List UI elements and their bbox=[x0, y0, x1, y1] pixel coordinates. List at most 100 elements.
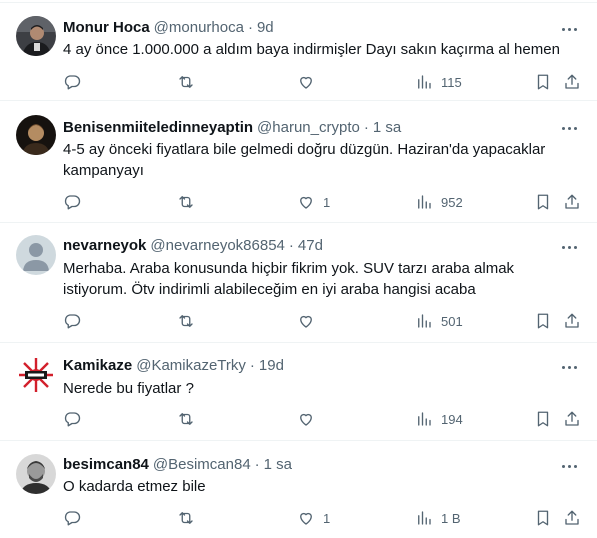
bookmark-button[interactable] bbox=[534, 508, 552, 528]
tweet-header: besimcan84 @Besimcan84 · 1 sa bbox=[63, 455, 292, 475]
avatar-photo-icon bbox=[16, 454, 56, 494]
reply-button[interactable] bbox=[63, 311, 89, 331]
bookmark-icon bbox=[537, 74, 549, 90]
views-icon bbox=[418, 195, 431, 209]
more-icon[interactable] bbox=[559, 360, 579, 374]
separator: · bbox=[247, 19, 253, 36]
share-button[interactable] bbox=[563, 409, 581, 429]
user-handle[interactable]: @Besimcan84 bbox=[153, 455, 251, 475]
share-icon bbox=[565, 194, 579, 209]
tweet[interactable]: besimcan84 @Besimcan84 · 1 sa O kadarda … bbox=[0, 441, 597, 538]
like-button[interactable] bbox=[297, 409, 323, 429]
avatar[interactable] bbox=[16, 115, 56, 155]
avatar[interactable] bbox=[16, 355, 56, 395]
action-bar: 115 bbox=[63, 72, 579, 92]
user-handle[interactable]: @KamikazeTrky bbox=[136, 356, 246, 376]
view-count: 115 bbox=[441, 74, 462, 90]
timestamp[interactable]: 1 sa bbox=[373, 118, 401, 138]
reply-icon bbox=[64, 314, 81, 329]
bookmark-button[interactable] bbox=[534, 409, 552, 429]
share-button[interactable] bbox=[563, 72, 581, 92]
views-button[interactable]: 194 bbox=[415, 409, 463, 429]
timestamp[interactable]: 9d bbox=[257, 18, 274, 38]
bookmark-button[interactable] bbox=[534, 72, 552, 92]
action-bar: 1 952 bbox=[63, 192, 579, 212]
tweet-header: Monur Hoca @monurhoca · 9d bbox=[63, 18, 274, 38]
display-name[interactable]: Monur Hoca bbox=[63, 18, 150, 38]
more-icon[interactable] bbox=[559, 121, 579, 135]
reply-icon bbox=[64, 75, 81, 90]
bookmark-button[interactable] bbox=[534, 192, 552, 212]
share-button[interactable] bbox=[563, 311, 581, 331]
more-icon[interactable] bbox=[559, 240, 579, 254]
user-handle[interactable]: @nevarneyok86854 bbox=[150, 236, 285, 256]
action-bar: 501 bbox=[63, 311, 579, 331]
retweet-button[interactable] bbox=[177, 311, 203, 331]
action-bar: 194 bbox=[63, 409, 579, 429]
views-button[interactable]: 501 bbox=[415, 311, 463, 331]
bookmark-button[interactable] bbox=[534, 311, 552, 331]
share-button[interactable] bbox=[563, 508, 581, 528]
views-button[interactable]: 952 bbox=[415, 192, 463, 212]
tweet[interactable]: Benisenmiiteledinneyaptin @harun_crypto … bbox=[0, 101, 597, 223]
tweet-header: Kamikaze @KamikazeTrky · 19d bbox=[63, 356, 284, 376]
like-button[interactable]: 1 bbox=[297, 192, 330, 212]
avatar[interactable] bbox=[16, 16, 56, 56]
tweet-text: Nerede bu fiyatlar ? bbox=[63, 380, 194, 397]
display-name[interactable]: nevarneyok bbox=[63, 236, 146, 256]
user-handle[interactable]: @monurhoca bbox=[154, 18, 244, 38]
display-name[interactable]: besimcan84 bbox=[63, 455, 149, 475]
more-icon[interactable] bbox=[559, 22, 579, 36]
like-button[interactable] bbox=[297, 72, 323, 92]
display-name[interactable]: Benisenmiiteledinneyaptin bbox=[63, 118, 253, 138]
reply-icon bbox=[64, 511, 81, 526]
views-button[interactable]: 115 bbox=[415, 72, 462, 92]
like-icon bbox=[300, 315, 312, 328]
view-count: 952 bbox=[441, 194, 463, 210]
default-profile-icon bbox=[16, 235, 56, 275]
tweet[interactable]: nevarneyok @nevarneyok86854 · 47d Merhab… bbox=[0, 223, 597, 343]
view-count: 1 B bbox=[441, 510, 461, 526]
avatar[interactable] bbox=[16, 235, 56, 275]
display-name[interactable]: Kamikaze bbox=[63, 356, 132, 376]
tweet-feed: Monur Hoca @monurhoca · 9d 4 ay önce 1.0… bbox=[0, 0, 597, 538]
bookmark-icon bbox=[537, 313, 549, 329]
like-button[interactable]: 1 bbox=[297, 508, 330, 528]
tweet[interactable]: Kamikaze @KamikazeTrky · 19d Nerede bu f… bbox=[0, 343, 597, 441]
bookmark-icon bbox=[537, 411, 549, 427]
retweet-icon bbox=[179, 196, 193, 208]
share-button[interactable] bbox=[563, 192, 581, 212]
reply-button[interactable] bbox=[63, 192, 89, 212]
like-icon bbox=[300, 512, 312, 525]
tweet[interactable]: Monur Hoca @monurhoca · 9d 4 ay önce 1.0… bbox=[0, 3, 597, 101]
reply-button[interactable] bbox=[63, 508, 89, 528]
tweet-text: 4-5 ay önceki fiyatlara bile gelmedi doğ… bbox=[63, 141, 546, 179]
timestamp[interactable]: 19d bbox=[259, 356, 284, 376]
retweet-button[interactable] bbox=[177, 72, 203, 92]
user-handle[interactable]: @harun_crypto bbox=[257, 118, 360, 138]
like-button[interactable] bbox=[297, 311, 323, 331]
retweet-button[interactable] bbox=[177, 508, 203, 528]
reply-button[interactable] bbox=[63, 72, 89, 92]
like-count: 1 bbox=[323, 194, 331, 210]
retweet-button[interactable] bbox=[177, 192, 203, 212]
separator: · bbox=[288, 237, 294, 254]
reply-button[interactable] bbox=[63, 409, 89, 429]
tweet-text: Merhaba. Araba konusunda hiçbir fikrim y… bbox=[63, 260, 515, 298]
timestamp[interactable]: 47d bbox=[298, 236, 323, 256]
tweet-text: O kadarda etmez bile bbox=[63, 478, 206, 495]
retweet-icon bbox=[179, 315, 193, 327]
retweet-icon bbox=[179, 512, 193, 524]
separator: · bbox=[249, 357, 255, 374]
tweet-header: nevarneyok @nevarneyok86854 · 47d bbox=[63, 236, 323, 256]
like-count: 1 bbox=[323, 510, 331, 526]
like-icon bbox=[300, 196, 312, 209]
share-icon bbox=[565, 411, 579, 426]
like-icon bbox=[300, 76, 312, 89]
more-icon[interactable] bbox=[559, 459, 579, 473]
retweet-button[interactable] bbox=[177, 409, 203, 429]
separator: · bbox=[254, 456, 260, 473]
views-button[interactable]: 1 B bbox=[415, 508, 461, 528]
avatar[interactable] bbox=[16, 454, 56, 494]
timestamp[interactable]: 1 sa bbox=[264, 455, 292, 475]
